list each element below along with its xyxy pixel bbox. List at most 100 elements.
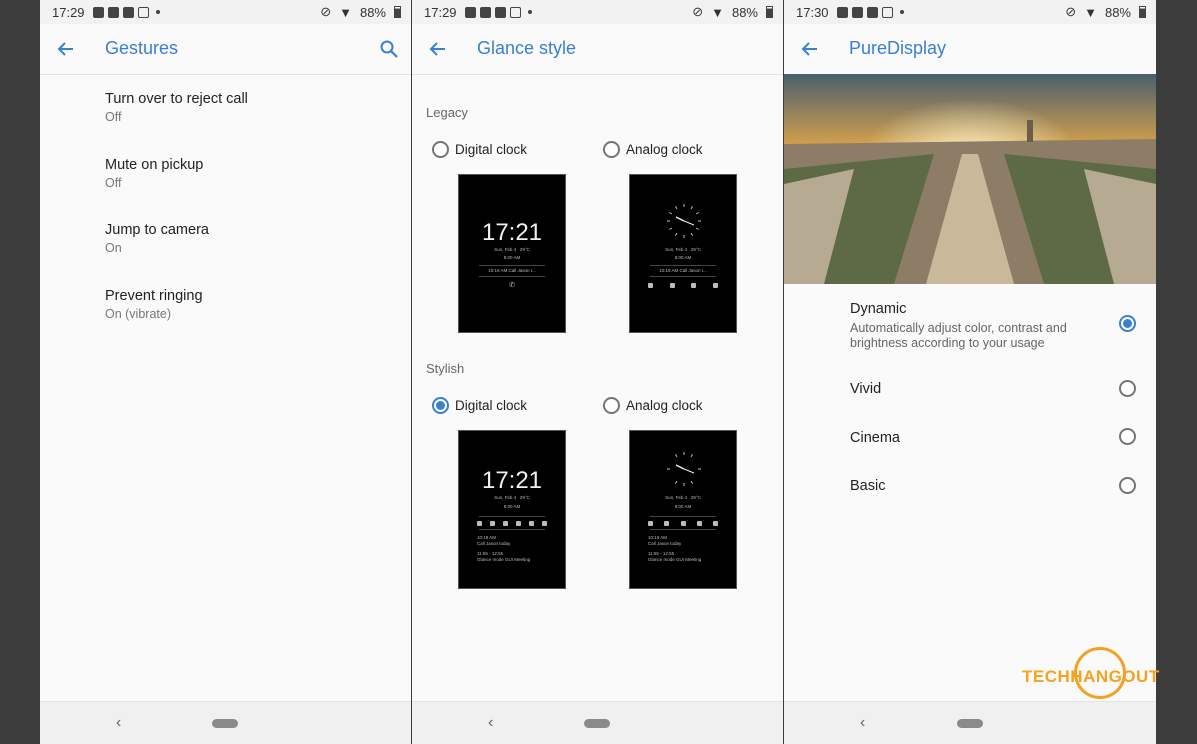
setting-prevent-ringing[interactable]: Prevent ringing On (vibrate): [105, 288, 203, 321]
preview-call-line: 10:19 AM Call Jason t...: [659, 268, 707, 273]
wifi-icon: ▼: [1084, 4, 1097, 20]
radio-button[interactable]: [603, 397, 620, 414]
preview-alarm: 8:00 AM: [674, 255, 692, 260]
display-option-cinema[interactable]: Cinema: [850, 430, 1136, 446]
radio-button[interactable]: [432, 141, 449, 158]
radio-button[interactable]: [603, 141, 620, 158]
status-bar: 17:29 ⊘ ▼ 88%: [40, 0, 411, 24]
preview-app-icons: [648, 283, 718, 288]
option-title: Cinema: [850, 430, 900, 446]
watermark-text: TECHHANGOUT: [1022, 667, 1160, 686]
notification-icons: [92, 6, 160, 18]
preview-date: Sun, Feb 4 29°C: [665, 495, 701, 500]
preview-note-2: 11:55 - 12:55 Glance mode GUI Meeting: [648, 551, 702, 562]
back-arrow-icon[interactable]: [428, 39, 448, 59]
display-option-basic[interactable]: Basic: [850, 478, 1136, 494]
status-time: 17:29: [52, 4, 85, 20]
legacy-digital-clock-option[interactable]: Digital clock: [432, 141, 527, 158]
city-preview-image: [784, 74, 1156, 284]
more-notifications-icon: [527, 10, 532, 14]
display-option-vivid[interactable]: Vivid: [850, 381, 1136, 397]
lightroom-icon: [881, 6, 893, 18]
section-label-stylish: Stylish: [426, 361, 465, 376]
battery-level: 88%: [731, 4, 758, 20]
page-title: Glance style: [477, 38, 577, 58]
legacy-digital-preview[interactable]: 17:21 Sun, Feb 4 29°C 8:00 AM 10:19 AM C…: [458, 174, 566, 333]
battery-level: 88%: [359, 4, 386, 20]
preview-date: Sun, Feb 4 29°C: [494, 247, 530, 252]
stylish-digital-preview[interactable]: 17:21 Sun, Feb 4 29°C 8:00 AM 10:19 AM Ca…: [458, 430, 566, 589]
radio-button-selected[interactable]: [432, 397, 449, 414]
notification-icons: [836, 6, 904, 18]
search-icon[interactable]: [379, 39, 399, 59]
back-arrow-icon[interactable]: [800, 39, 820, 59]
option-label: Analog clock: [626, 142, 703, 157]
setting-title: Mute on pickup: [105, 157, 204, 173]
mute-icon: ⊘: [692, 4, 704, 19]
app-bar: PureDisplay: [784, 24, 1156, 75]
option-label: Analog clock: [626, 398, 703, 413]
status-time: 17:30: [796, 4, 829, 20]
nav-home-icon[interactable]: [212, 719, 238, 728]
setting-value: On: [105, 241, 122, 255]
phone-icon: ✆: [509, 282, 515, 289]
preview-app-icons: [477, 521, 547, 526]
app-bar: Gestures: [40, 24, 411, 75]
preview-call-line: 10:19 AM Call Jason t...: [488, 268, 536, 273]
setting-turn-over-reject[interactable]: Turn over to reject call Off: [105, 91, 248, 124]
setting-value: Off: [105, 110, 122, 124]
nav-back-icon[interactable]: ‹: [116, 714, 121, 732]
stylish-analog-clock-option[interactable]: Analog clock: [603, 397, 703, 414]
app-bar: Glance style: [412, 24, 783, 75]
image-icon: [836, 6, 848, 18]
legacy-analog-clock-option[interactable]: Analog clock: [603, 141, 703, 158]
battery-level: 88%: [1104, 4, 1131, 20]
preview-clock: 17:21: [481, 467, 543, 494]
nav-back-icon[interactable]: ‹: [860, 714, 865, 732]
puredisplay-screen: 17:30 ⊘ ▼ 88% PureDisplay Dynamic Automa…: [784, 0, 1156, 744]
status-bar: 17:30 ⊘ ▼ 88%: [784, 0, 1156, 24]
setting-title: Turn over to reject call: [105, 91, 248, 107]
watermark-logo: TECHHANGOUT: [1022, 645, 1172, 709]
nav-home-icon[interactable]: [957, 719, 983, 728]
setting-mute-on-pickup[interactable]: Mute on pickup Off: [105, 157, 203, 190]
preview-note-1: 10:19 AM Call Jason today: [477, 535, 511, 546]
preview-alarm: 8:00 AM: [503, 504, 521, 509]
nav-home-icon[interactable]: [584, 719, 610, 728]
more-notifications-icon: [899, 10, 904, 14]
battery-icon: [1139, 6, 1146, 18]
stylish-analog-preview[interactable]: Sun, Feb 4 29°C 8:00 AM 10:19 AM Call Jas…: [629, 430, 737, 589]
battery-icon: [394, 6, 401, 18]
mute-icon: ⊘: [1065, 4, 1077, 19]
wifi-icon: ▼: [339, 4, 352, 20]
legacy-analog-preview[interactable]: Sun, Feb 4 29°C 8:00 AM 10:19 AM Call Ja…: [629, 174, 737, 333]
analog-clock-icon: [667, 204, 701, 238]
stylish-digital-clock-option[interactable]: Digital clock: [432, 397, 527, 414]
radio-button[interactable]: [1119, 380, 1136, 397]
preview-note-2: 11:55 - 12:55 Glance mode GUI Meeting: [477, 551, 531, 562]
display-option-dynamic[interactable]: Dynamic Automatically adjust color, cont…: [850, 301, 1136, 351]
lightroom-icon: [509, 6, 521, 18]
facebook-icon: [866, 6, 878, 18]
battery-icon: [766, 6, 773, 18]
setting-jump-to-camera[interactable]: Jump to camera On: [105, 222, 209, 255]
status-time: 17:29: [424, 4, 457, 20]
facebook-icon: [494, 6, 506, 18]
option-title: Dynamic: [850, 301, 907, 317]
radio-button[interactable]: [1119, 477, 1136, 494]
nav-back-icon[interactable]: ‹: [488, 714, 493, 732]
page-title: PureDisplay: [849, 38, 947, 58]
preview-alarm: 8:00 AM: [503, 255, 521, 260]
preview-note-1: 10:19 AM Call Jason today: [648, 535, 682, 546]
setting-value: Off: [105, 176, 122, 190]
back-arrow-icon[interactable]: [56, 39, 76, 59]
glance-style-screen: 17:29 ⊘ ▼ 88% Glance style Legacy Digita…: [412, 0, 783, 744]
messenger-icon: [479, 6, 491, 18]
facebook-icon: [122, 6, 134, 18]
more-notifications-icon: [155, 10, 160, 14]
radio-button-selected[interactable]: [1119, 315, 1136, 332]
option-label: Digital clock: [455, 398, 528, 413]
option-description: Automatically adjust color, contrast and…: [850, 321, 1067, 350]
radio-button[interactable]: [1119, 428, 1136, 445]
image-icon: [92, 6, 104, 18]
